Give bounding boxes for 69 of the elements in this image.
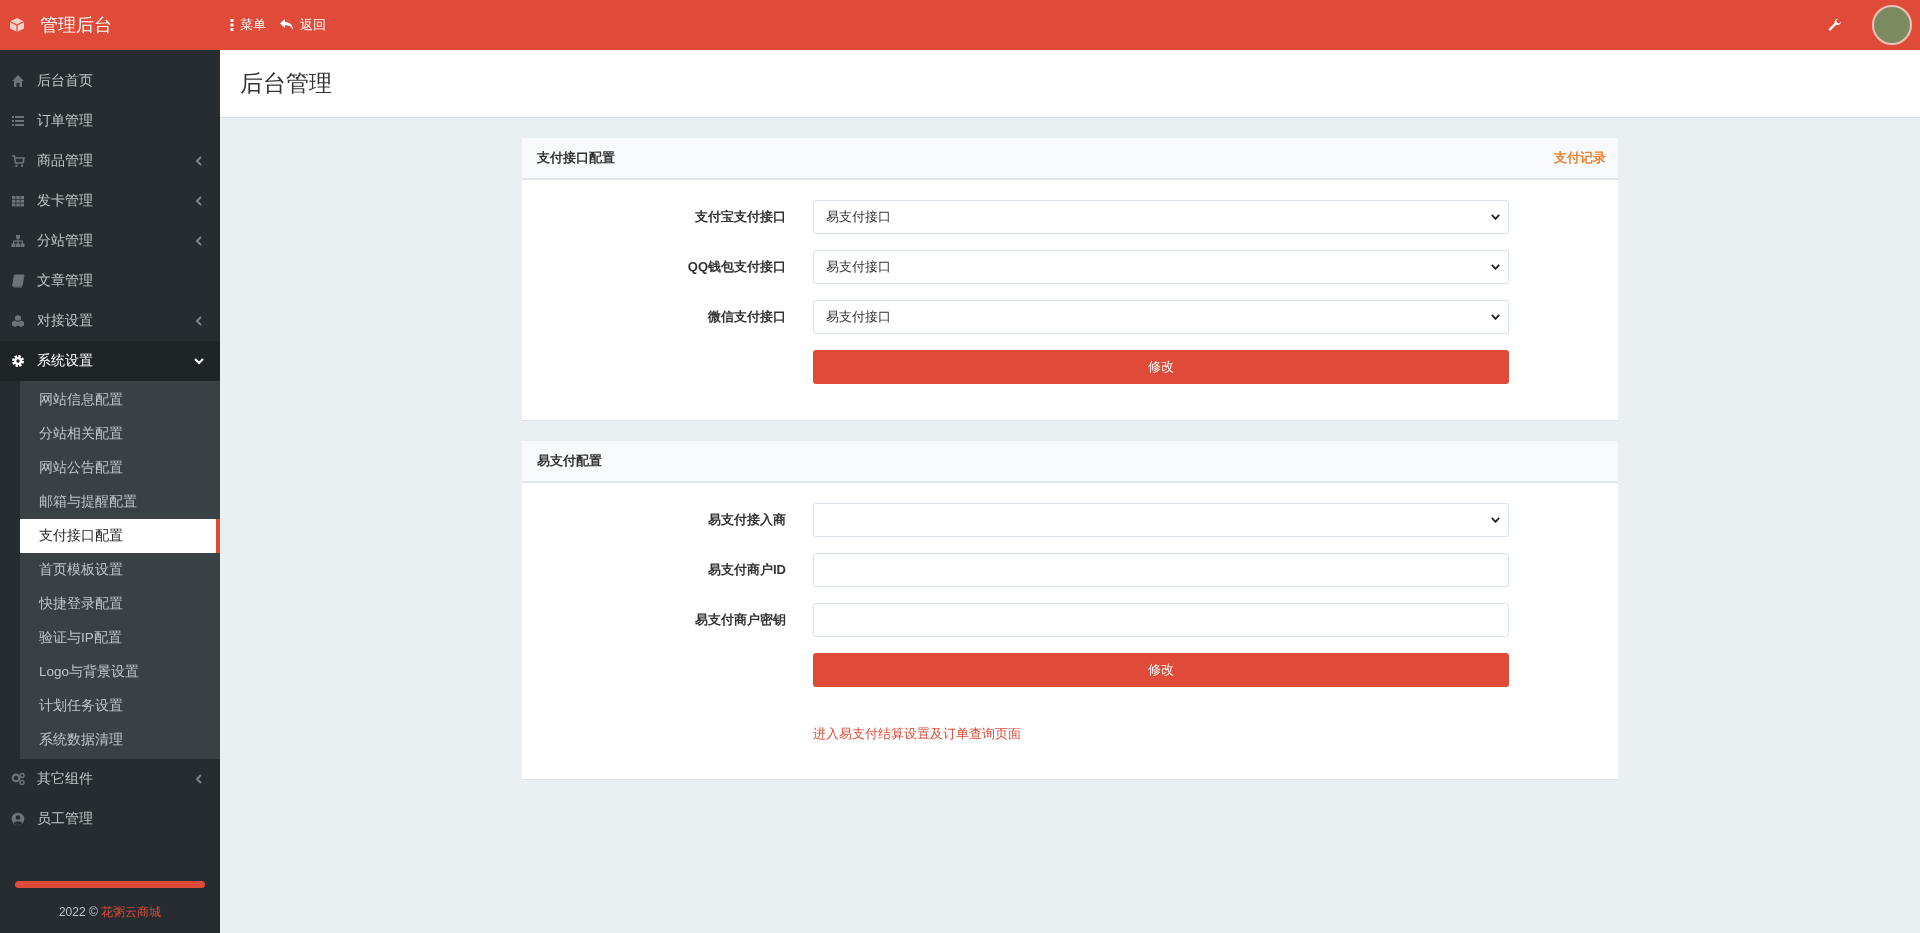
avatar-placeholder[interactable] [1872,5,1912,45]
nav-item[interactable]: 员工管理 [0,799,220,839]
back-button[interactable]: 返回 [280,16,326,34]
submenu-item[interactable]: 计划任务设置 [20,689,220,723]
dropdown-caret-icon [1491,264,1500,270]
menu-icon [230,19,234,31]
copyright-text: 2022 © [58,905,98,919]
chevron-left-icon [194,156,204,166]
dropdown-caret-icon [1491,314,1500,320]
select-field[interactable] [813,503,1509,537]
sitemap-icon [11,234,25,248]
submenu-item[interactable]: 系统数据清理 [20,723,220,757]
input-field[interactable] [813,553,1509,587]
dropdown-caret-icon [1491,214,1500,220]
book-icon [11,274,25,288]
home-icon [11,74,25,88]
submenu-item[interactable]: 快捷登录配置 [20,587,220,621]
chevron-left-icon [194,316,204,326]
nav-item[interactable]: 分站管理 [0,221,220,261]
field-label: QQ钱包支付接口 [686,258,786,276]
submenu-item[interactable]: 网站信息配置 [20,383,220,417]
nav-item[interactable]: 系统设置 [0,341,220,381]
nav-item[interactable]: 对接设置 [0,301,220,341]
submenu-item[interactable]: 邮箱与提醒配置 [20,485,220,519]
input-field[interactable] [813,603,1509,637]
chevron-down-icon [194,356,204,366]
submit-button[interactable]: 修改 [813,350,1509,384]
field-label: 微信支付接口 [707,308,786,326]
nav-item[interactable]: 文章管理 [0,261,220,301]
submenu-item[interactable]: 支付接口配置 [20,519,220,553]
list-icon [11,114,25,128]
submenu-item[interactable]: 验证与IP配置 [20,621,220,655]
nav-item[interactable]: 订单管理 [0,101,220,141]
nav-item[interactable]: 发卡管理 [0,181,220,221]
brand-link[interactable]: 花粥云商城 [101,905,162,919]
chevron-left-icon [194,196,204,206]
select-field[interactable]: 易支付接口 [813,200,1509,234]
user-icon [11,812,25,826]
field-label: 易支付接入商 [707,511,786,529]
select-field[interactable]: 易支付接口 [813,250,1509,284]
nav-item[interactable]: 后台首页 [0,61,220,101]
gear-icon [11,354,25,368]
reply-arrow-icon [280,19,294,31]
wrench-icon[interactable] [1828,18,1842,32]
field-label: 支付宝支付接口 [694,208,786,226]
submenu-item[interactable]: 分站相关配置 [20,417,220,451]
app-title: 管理后台 [40,14,112,37]
gears-icon [11,772,25,786]
select-field[interactable]: 易支付接口 [813,300,1509,334]
nav-item[interactable]: 商品管理 [0,141,220,181]
settings-link[interactable]: 进入易支付结算设置及订单查询页面 [813,725,1021,743]
page-title: 后台管理 [240,69,332,98]
submenu-item[interactable]: 首页模板设置 [20,553,220,587]
chevron-left-icon [194,236,204,246]
submenu-item[interactable]: 网站公告配置 [20,451,220,485]
menu-button[interactable]: 菜单 [230,16,266,34]
cube-icon [9,17,25,33]
field-label: 易支付商户密钥 [694,611,786,629]
grid-icon [11,194,25,208]
nav-item[interactable]: 其它组件 [0,759,220,799]
panel-title: 支付接口配置 [537,149,615,167]
dropdown-caret-icon [1491,517,1500,523]
chevron-left-icon [194,774,204,784]
submenu-item[interactable]: Logo与背景设置 [20,655,220,689]
panel-title: 易支付配置 [537,452,602,470]
cart-icon [11,154,25,168]
submit-button[interactable]: 修改 [813,653,1509,687]
cubes-icon [11,314,25,328]
field-label: 易支付商户ID [707,561,786,579]
